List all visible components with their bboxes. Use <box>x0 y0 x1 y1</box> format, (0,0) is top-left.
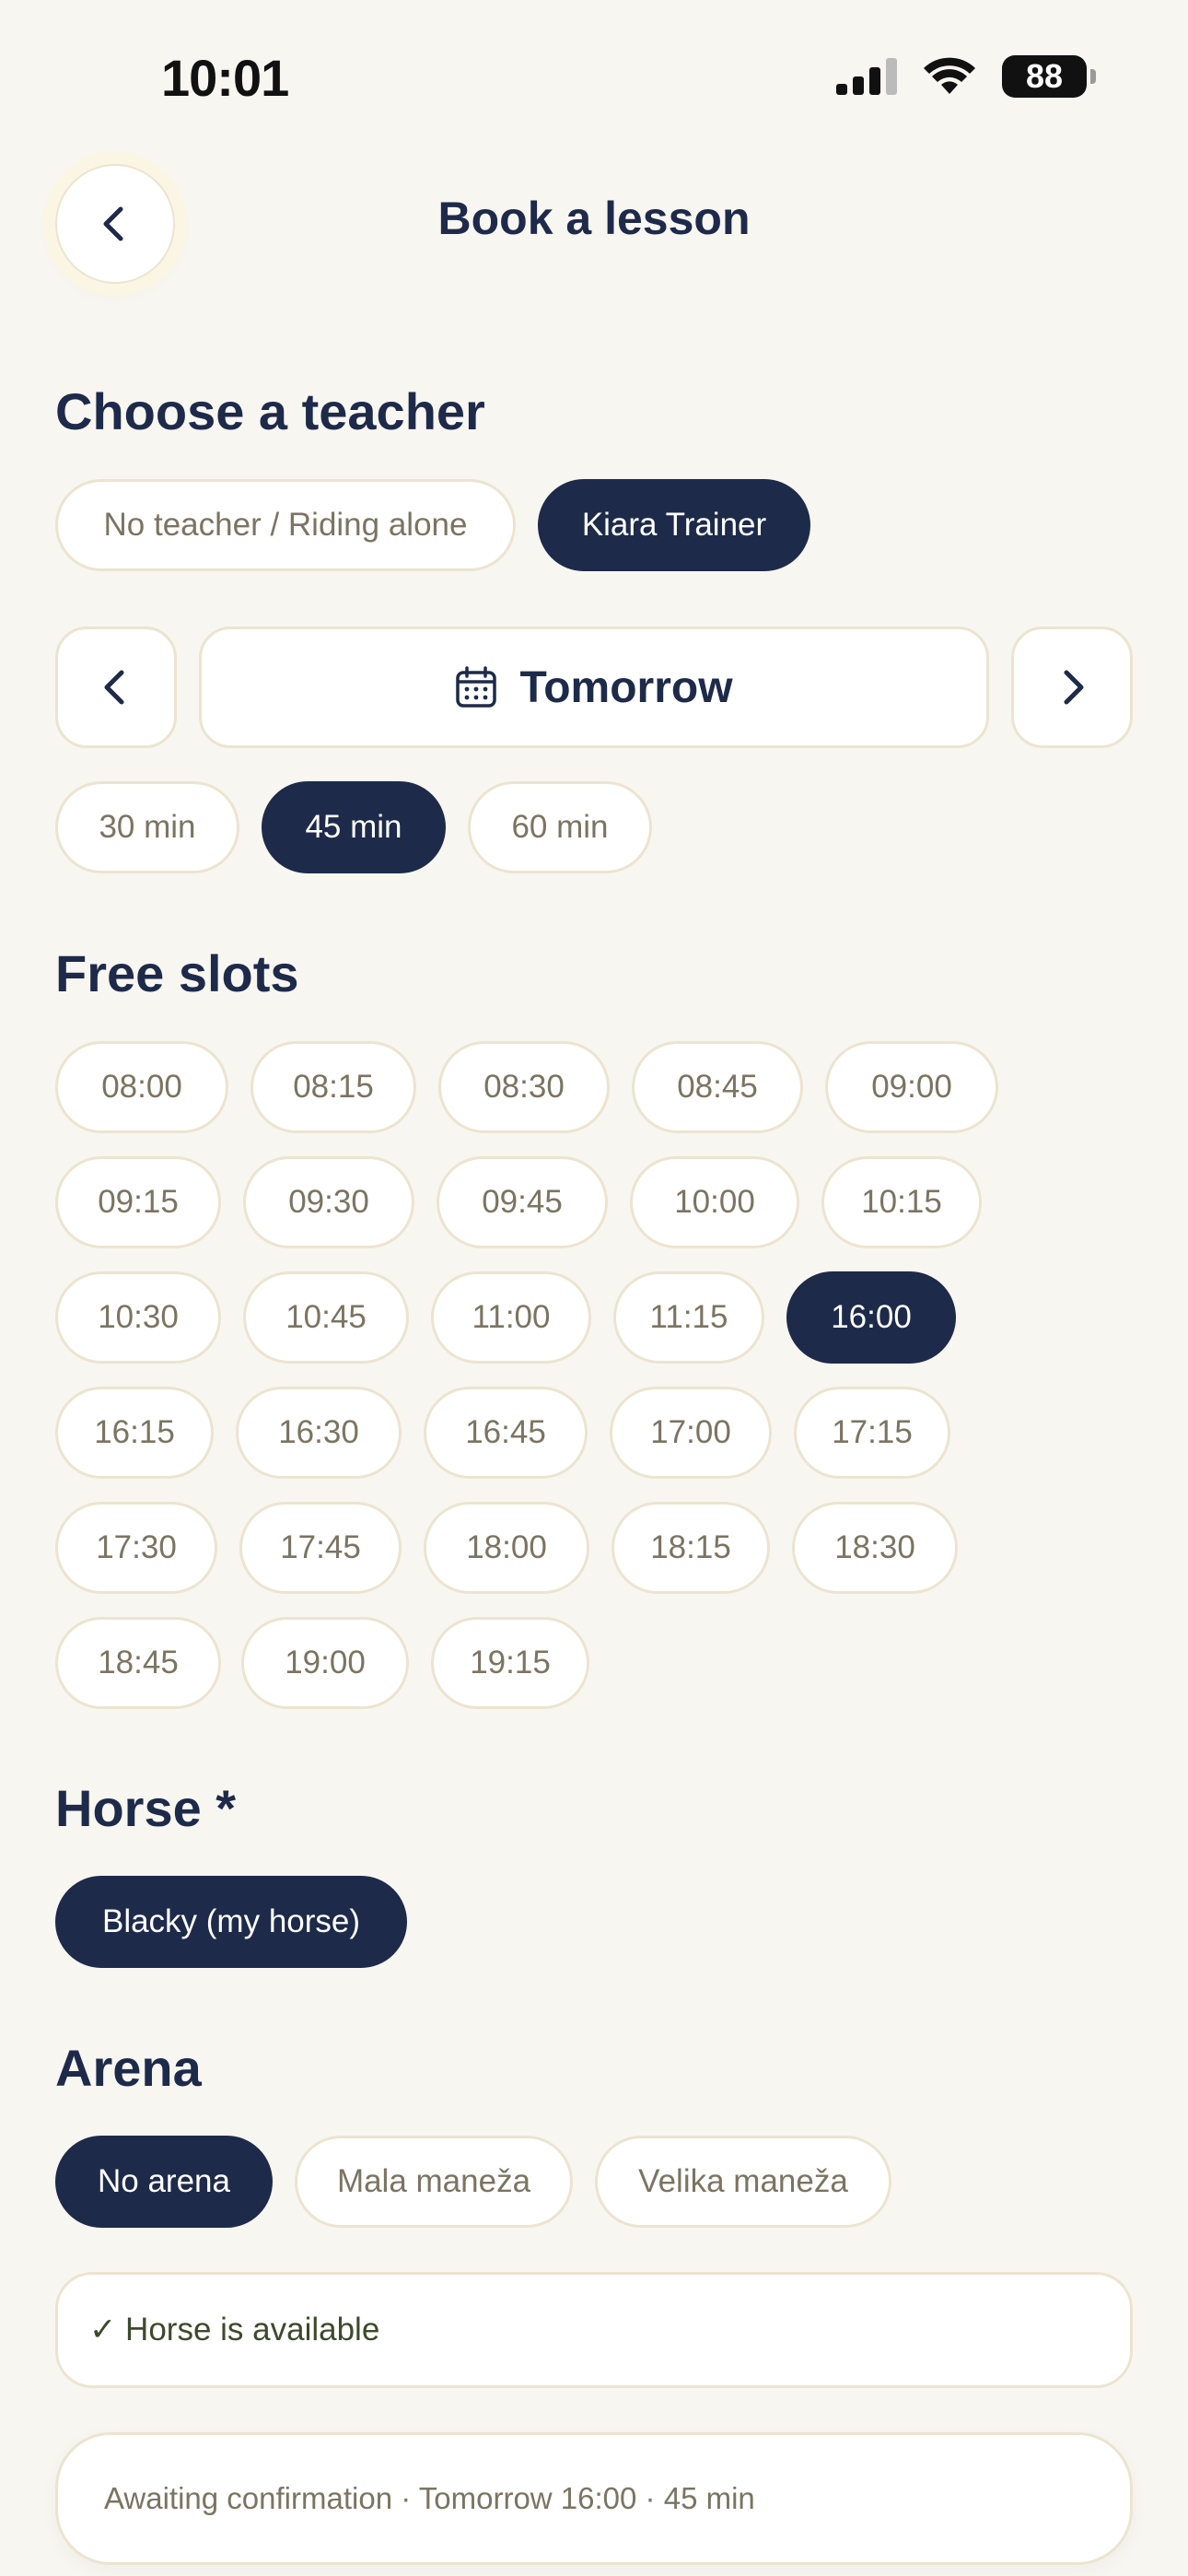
next-day-button[interactable] <box>1011 626 1133 748</box>
slot-button[interactable]: 17:15 <box>794 1387 950 1479</box>
arena-option-none[interactable]: No arena <box>55 2136 273 2228</box>
availability-text: ✓ Horse is available <box>89 2312 380 2348</box>
duration-option-45[interactable]: 45 min <box>262 781 446 873</box>
arena-option-velika[interactable]: Velika maneža <box>595 2136 891 2228</box>
arena-section-title: Arena <box>55 2039 202 2097</box>
slot-button[interactable]: 08:30 <box>438 1041 610 1133</box>
slot-button[interactable]: 09:15 <box>55 1156 221 1248</box>
slot-button[interactable]: 18:30 <box>792 1502 958 1594</box>
slot-button[interactable]: 10:00 <box>630 1156 799 1248</box>
battery-indicator: 88 <box>1002 55 1096 98</box>
slot-button[interactable]: 18:45 <box>55 1617 221 1709</box>
date-label: Tomorrow <box>519 662 733 712</box>
slot-button[interactable]: 08:45 <box>632 1041 803 1133</box>
battery-level: 88 <box>1025 57 1064 95</box>
previous-day-button[interactable] <box>55 626 177 748</box>
slot-button[interactable]: 16:30 <box>236 1387 402 1479</box>
slots-section-title: Free slots <box>55 944 299 1002</box>
slot-button[interactable]: 19:00 <box>241 1617 409 1709</box>
wifi-icon <box>924 57 975 94</box>
slot-button[interactable]: 09:45 <box>437 1156 608 1248</box>
horse-option-blacky[interactable]: Blacky (my horse) <box>55 1876 407 1968</box>
slot-button[interactable]: 08:15 <box>250 1041 416 1133</box>
slot-button[interactable]: 18:15 <box>611 1502 770 1594</box>
slot-button[interactable]: 17:45 <box>239 1502 402 1594</box>
chevron-right-icon <box>1064 670 1084 705</box>
date-picker-button[interactable]: Tomorrow <box>199 626 989 748</box>
slot-button[interactable]: 18:00 <box>424 1502 589 1594</box>
booking-summary-bar[interactable]: Awaiting confirmation · Tomorrow 16:00 ·… <box>55 2432 1133 2565</box>
slot-button[interactable]: 17:30 <box>55 1502 217 1594</box>
teacher-option-none[interactable]: No teacher / Riding alone <box>55 479 516 571</box>
slot-button[interactable]: 11:00 <box>431 1271 591 1364</box>
slot-button[interactable]: 17:00 <box>610 1387 772 1479</box>
booking-summary-text: Awaiting confirmation · Tomorrow 16:00 ·… <box>104 2481 755 2515</box>
horse-section-title: Horse * <box>55 1779 237 1837</box>
slot-button[interactable]: 11:15 <box>613 1271 764 1364</box>
slot-button-selected[interactable]: 16:00 <box>786 1271 956 1364</box>
slot-button[interactable]: 09:30 <box>243 1156 414 1248</box>
status-icons: 88 <box>836 55 1096 98</box>
slot-button[interactable]: 19:15 <box>431 1617 589 1709</box>
status-time: 10:01 <box>161 49 289 107</box>
availability-status: ✓ Horse is available <box>55 2272 1133 2388</box>
page-title: Book a lesson <box>437 193 751 244</box>
slot-button[interactable]: 10:15 <box>821 1156 982 1248</box>
signal-icon <box>836 58 897 95</box>
calendar-icon <box>456 666 497 708</box>
slot-button[interactable]: 10:30 <box>55 1271 221 1364</box>
slot-button[interactable]: 16:45 <box>424 1387 588 1479</box>
slot-button[interactable]: 09:00 <box>825 1041 998 1133</box>
duration-option-30[interactable]: 30 min <box>55 781 239 873</box>
teacher-option-kiara[interactable]: Kiara Trainer <box>538 479 810 571</box>
teacher-section-title: Choose a teacher <box>55 382 485 440</box>
slot-button[interactable]: 10:45 <box>243 1271 409 1364</box>
duration-option-60[interactable]: 60 min <box>468 781 652 873</box>
slot-button[interactable]: 16:15 <box>55 1387 214 1479</box>
slot-button[interactable]: 08:00 <box>55 1041 228 1133</box>
arena-option-mala[interactable]: Mala maneža <box>295 2136 573 2228</box>
chevron-left-icon <box>104 670 124 705</box>
